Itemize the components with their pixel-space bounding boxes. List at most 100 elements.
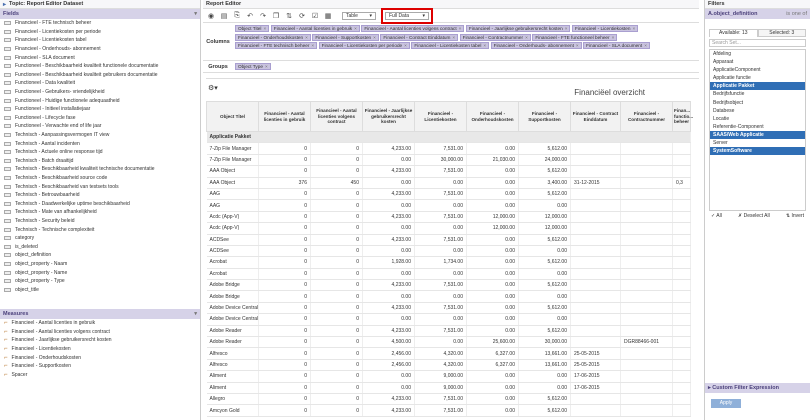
measure-item[interactable]: ⌐ Financieel - Onderhoudskosten xyxy=(0,353,200,362)
column-header[interactable]: Financieel - Jaarlijkse gebruikersrecht … xyxy=(362,101,415,132)
column-chip[interactable]: Object Titel × xyxy=(235,25,270,32)
field-item[interactable]: Financieel - Onderhouds- abonnement xyxy=(0,45,200,54)
remove-icon[interactable]: × xyxy=(632,26,635,31)
view-icon[interactable]: ◉ xyxy=(206,12,216,20)
table-row[interactable]: Acdc (App-V) 0 0 0.00 0.00 12,000.00 12,000.00 xyxy=(206,222,691,235)
table-row[interactable]: Allegro 0 0 4,233.00 7,531.00 0.00 5,612.00 xyxy=(206,393,691,406)
custom-filter-expression[interactable]: ▸ Custom Filter Expression xyxy=(705,383,810,393)
filter-option[interactable]: Applicatie functie xyxy=(710,74,805,82)
column-chip[interactable]: Financieel - Contractnummer × xyxy=(459,33,531,41)
measure-item[interactable]: ⌐ Financieel - Supportkosten xyxy=(0,362,200,371)
table-row[interactable]: Acrobat 0 0 1,928.00 1,734.00 0.00 5,612.00 xyxy=(206,256,691,269)
remove-icon[interactable]: × xyxy=(565,26,568,31)
table-row[interactable]: Adobe Reader 0 0 4,233.00 7,531.00 0.00 5,612.… xyxy=(206,325,691,338)
filter-option[interactable]: Applicatie Pakket xyxy=(710,82,805,91)
table-row[interactable]: ACDSee 0 0 0.00 0.00 0.00 0.00 xyxy=(206,245,691,258)
remove-icon[interactable]: × xyxy=(311,43,314,48)
remove-icon[interactable]: × xyxy=(265,64,268,69)
column-chip[interactable]: Financieel - Onderhoudskosten × xyxy=(235,33,311,41)
field-item[interactable]: Technisch - Daadwerkelijke uptime beschi… xyxy=(0,199,200,208)
field-item[interactable]: Financieel - Licentiekosten tabel xyxy=(0,36,200,45)
field-item[interactable]: object_property - Name xyxy=(0,268,200,277)
sort-icon[interactable]: ⇅ xyxy=(284,12,294,20)
fields-section-header[interactable]: Fields ▾ xyxy=(0,9,200,19)
column-header[interactable]: Finan... functio... beheer xyxy=(672,101,693,132)
remove-icon[interactable]: × xyxy=(483,43,486,48)
collapse-icon[interactable]: ▾ xyxy=(194,311,197,317)
column-chip[interactable]: Financieel - Contract Einddatum × xyxy=(380,33,459,41)
remove-icon[interactable]: × xyxy=(263,26,266,31)
column-chip[interactable]: Financieel - FTE functioneel beheer × xyxy=(532,33,618,41)
column-header[interactable]: Financieel - Onderhoudskosten xyxy=(466,101,519,132)
measure-item[interactable]: ⌐ Financieel - Licentiekosten xyxy=(0,345,200,354)
filter-option[interactable]: Bedrijfsobject xyxy=(710,99,805,107)
filter-option[interactable]: Locatie xyxy=(710,115,805,123)
field-item[interactable]: is_deleted xyxy=(0,242,200,251)
tab-selected[interactable]: Selected: 3 xyxy=(757,29,806,37)
undo-icon[interactable]: ↶ xyxy=(245,12,255,20)
field-item[interactable]: Financieel - SLA document xyxy=(0,53,200,62)
table-row[interactable]: AAA Object 0 0 4,233.00 7,531.00 0.00 5,612.00 xyxy=(206,165,691,178)
copy-icon[interactable]: ❐ xyxy=(271,12,281,20)
table-row[interactable]: Adobe Device Central 0 0 0.00 0.00 0.00 0.00 xyxy=(206,313,691,326)
filter-option[interactable]: Bedrijfsfunctie xyxy=(710,90,805,98)
field-item[interactable]: Financieel - Licentiekosten per periode xyxy=(0,28,200,37)
filter-operator[interactable]: is one of xyxy=(786,11,807,17)
column-chip[interactable]: Financieel - FTE technisch beheer × xyxy=(235,42,318,49)
view-select[interactable]: Table ▾ xyxy=(342,11,376,20)
remove-icon[interactable]: × xyxy=(459,26,462,31)
apply-button[interactable]: Apply xyxy=(711,399,741,408)
column-chip[interactable]: Financieel - Jaarlijkse gebruikersrecht … xyxy=(465,25,571,32)
redo-icon[interactable]: ↷ xyxy=(258,12,268,20)
column-header[interactable]: Financieel - Aantal licenties volgens co… xyxy=(310,101,363,132)
remove-icon[interactable]: × xyxy=(525,35,528,40)
table-icon[interactable]: ▦ xyxy=(323,12,333,20)
field-item[interactable]: object_property - Naam xyxy=(0,260,200,269)
export-icon[interactable]: ⎘ xyxy=(232,12,242,20)
column-chip[interactable]: Financieel - Supportkosten × xyxy=(312,33,379,41)
filter-option[interactable]: Server xyxy=(710,139,805,147)
table-row[interactable]: 7-Zip File Manager 0 0 4,233.00 7,531.00 0.00… xyxy=(206,142,691,155)
field-item[interactable]: Functioneel - Beschikbaarheid kwaliteit … xyxy=(0,62,200,71)
field-item[interactable]: Functioneel - Data kwaliteit xyxy=(0,79,200,88)
filter-option[interactable]: Apparaat xyxy=(710,58,805,66)
column-chip[interactable]: Financieel - Licentiekosten × xyxy=(571,25,639,32)
field-item[interactable]: Functioneel - Huidige functionele adequa… xyxy=(0,96,200,105)
table-row[interactable]: Alfresco 0 0 2,456.00 4,320.00 6,327.00 13,661… xyxy=(206,359,691,372)
remove-icon[interactable]: × xyxy=(373,35,376,40)
column-header[interactable]: Financieel - Supportkosten xyxy=(518,101,571,132)
table-row[interactable]: 7-Zip File Manager 0 0 0.00 30,000.00 21,030.… xyxy=(206,154,691,167)
select-all-button[interactable]: ✓ All xyxy=(711,213,722,219)
field-item[interactable]: Functioneel - Gebruikers- vriendelijkhei… xyxy=(0,88,200,97)
invert-button[interactable]: ⇅ Invert xyxy=(786,213,804,219)
column-chip[interactable]: Financieel - SLA document × xyxy=(583,42,650,49)
table-row[interactable]: Amcyon Gold 0 0 4,233.00 7,531.00 0.00 5,612.0… xyxy=(206,404,691,417)
filter-option[interactable]: Referentie-Component xyxy=(710,123,805,131)
remove-icon[interactable]: × xyxy=(354,26,357,31)
field-item[interactable]: Technisch - Beschikbaarheid source code xyxy=(0,174,200,183)
column-chip[interactable]: Financieel - Onderhouds- abonnement × xyxy=(490,42,582,49)
deselect-all-button[interactable]: ✗ Deselect All xyxy=(738,213,770,219)
filter-option[interactable]: SAAS/Web Applicatie xyxy=(710,130,805,140)
filter-option[interactable]: SystemSoftware xyxy=(710,147,805,156)
table-row[interactable]: Aliment 0 0 0.00 9,000.00 0.00 0.00 17-06-2015 xyxy=(206,370,691,383)
table-row[interactable]: AAG 0 0 0.00 0.00 0.00 0.00 xyxy=(206,199,691,212)
table-row[interactable]: Adobe Bridge 0 0 0.00 0.00 0.00 0.00 xyxy=(206,290,691,303)
field-item[interactable]: object_title xyxy=(0,285,200,294)
column-header[interactable]: Financieel - Licentiekosten xyxy=(414,101,467,132)
column-chip[interactable]: Financieel - Licentiekosten per periode × xyxy=(318,42,410,49)
filter-search-input[interactable]: Search Set... xyxy=(709,39,806,47)
field-item[interactable]: Technisch - Betrouwbaarheid xyxy=(0,191,200,200)
filter-option[interactable]: ApplicatieComponent xyxy=(710,66,805,74)
measures-section-header[interactable]: Measures ▾ xyxy=(0,309,200,319)
data-select[interactable]: Full Data ▾ xyxy=(381,7,433,24)
table-row[interactable]: Acrobat 0 0 0.00 0.00 0.00 0.00 xyxy=(206,268,691,281)
group-chip[interactable]: Object Type × xyxy=(235,63,271,70)
field-item[interactable]: object_property - Type xyxy=(0,277,200,286)
settings-icon[interactable]: ⚙▾ xyxy=(208,84,218,92)
column-header[interactable]: Financieel - Contractnummer xyxy=(620,101,673,132)
field-item[interactable]: Technisch - Batch draaitijd xyxy=(0,157,200,166)
table-row[interactable]: AAA Object 376 450 0.00 0.00 0.00 3,400.00 31-1… xyxy=(206,177,691,189)
field-item[interactable]: Technisch - Beschikbaarheid kwaliteit te… xyxy=(0,165,200,174)
field-item[interactable]: Functioneel - Verwachte end of life jaar xyxy=(0,122,200,131)
